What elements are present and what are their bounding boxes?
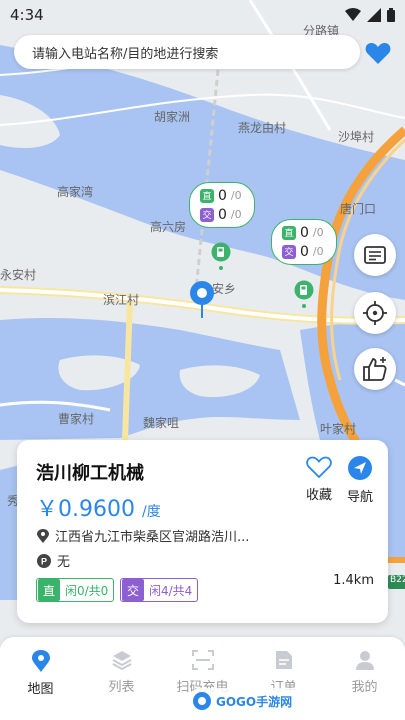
map-label: 叶家村	[320, 422, 357, 436]
charging-station-pin-icon[interactable]	[211, 242, 231, 270]
station-distance: 1.4km	[333, 573, 374, 588]
favorite-label: 收藏	[305, 488, 332, 503]
person-icon	[355, 651, 374, 670]
tab-label: 我的	[351, 680, 378, 695]
tab-profile[interactable]: 我的	[324, 637, 405, 720]
parking-icon: P	[37, 553, 51, 568]
ac-chip-tag: 交	[122, 579, 144, 601]
map-label: 沙埠村	[338, 130, 375, 144]
watermark-text: GOGO手游网	[216, 694, 293, 709]
dc-tag: 直	[282, 225, 296, 240]
station-price: ￥0.9600 /度	[36, 491, 161, 523]
bubble-ac-row: 交 0 /0	[200, 205, 254, 224]
navigate-button[interactable]: 导航	[340, 456, 380, 505]
locate-icon	[363, 301, 387, 325]
address-text: 江西省九江市柴桑区官湖路浩川...	[55, 530, 250, 545]
parking-info: P 无	[37, 551, 70, 570]
dc-chip-text: 闲0/共0	[65, 583, 109, 598]
tab-map[interactable]: 地图	[0, 637, 81, 720]
station-address: 江西省九江市柴桑区官湖路浩川...	[37, 526, 249, 545]
map-label: 曹家村	[58, 412, 95, 426]
map-label: 高家湾	[57, 185, 94, 199]
road-badge: B22	[388, 575, 405, 589]
like-button[interactable]	[354, 348, 396, 390]
tab-label: 地图	[27, 682, 54, 697]
ac-tag: 交	[200, 207, 214, 222]
ac-charger-chip: 交 闲4/共4	[120, 578, 199, 602]
bubble-ac-total: /0	[230, 208, 242, 221]
heart-outline-icon	[306, 456, 332, 478]
bubble-ac-row: 交 0 /0	[282, 242, 336, 261]
location-pin-icon	[37, 528, 49, 543]
watermark-logo-icon	[193, 692, 211, 710]
map-label: 魏家咀	[143, 416, 180, 430]
bubble-dc-free: 0	[300, 224, 309, 241]
map-label: 高六房	[150, 220, 187, 234]
dc-chip-tag: 直	[38, 579, 60, 601]
tab-label: 列表	[108, 680, 135, 695]
map-label: 唐门口	[340, 202, 377, 216]
price-unit: /度	[141, 504, 161, 520]
layers-icon	[112, 651, 131, 670]
bubble-dc-row: 直 0 /0	[282, 223, 336, 242]
search-input[interactable]: 请输入电站名称/目的地进行搜索	[14, 35, 360, 69]
map-label: 滨江村	[103, 293, 140, 307]
dc-charger-chip: 直 闲0/共0	[36, 578, 115, 602]
ac-tag: 交	[282, 244, 296, 259]
status-time: 4:34	[10, 6, 44, 24]
status-bar: 4:34	[0, 0, 405, 30]
station-bubble[interactable]: 直 0 /0 交 0 /0	[271, 219, 337, 265]
bubble-dc-row: 直 0 /0	[200, 186, 254, 205]
favorite-button[interactable]: 收藏	[299, 456, 339, 503]
current-location-pin-icon	[190, 281, 214, 318]
map-label: 燕龙由村	[238, 121, 287, 135]
station-card[interactable]: 浩川柳工机械 ￥0.9600 /度 收藏 导航 江西省九江市柴桑区官湖路浩川..…	[17, 440, 388, 623]
map-pin-icon	[31, 650, 50, 672]
bubble-dc-total: /0	[230, 189, 242, 202]
price-value: ￥0.9600	[36, 497, 135, 522]
heart-icon	[365, 43, 391, 64]
watermark: GOGO手游网	[188, 688, 330, 714]
station-name: 浩川柳工机械	[36, 463, 144, 484]
bubble-ac-free: 0	[218, 206, 227, 223]
charging-station-pin-icon[interactable]	[294, 280, 314, 308]
station-bubble[interactable]: 直 0 /0 交 0 /0	[189, 182, 255, 228]
dc-tag: 直	[200, 188, 214, 203]
map-label: 永安村	[0, 268, 37, 282]
search-placeholder: 请输入电站名称/目的地进行搜索	[32, 46, 219, 62]
signal-icon	[367, 8, 381, 22]
navigate-label: 导航	[346, 490, 373, 505]
map-label: 胡家洲	[154, 110, 191, 124]
message-icon	[364, 246, 386, 264]
document-icon	[275, 651, 292, 669]
ac-chip-text: 闲4/共4	[149, 583, 193, 598]
tab-list[interactable]: 列表	[81, 637, 162, 720]
scan-icon	[191, 650, 214, 670]
parking-text: 无	[57, 555, 71, 570]
bubble-ac-free: 0	[300, 243, 309, 260]
thumbs-up-icon	[363, 357, 387, 381]
svg-text:P: P	[41, 556, 47, 566]
status-icons	[345, 8, 395, 22]
locate-button[interactable]	[354, 292, 396, 334]
message-button[interactable]	[354, 234, 396, 276]
wifi-icon	[345, 8, 361, 21]
favorites-button[interactable]	[363, 38, 393, 68]
map-label: 安乡	[212, 282, 237, 296]
bubble-dc-free: 0	[218, 187, 227, 204]
bubble-dc-total: /0	[312, 226, 324, 239]
battery-icon	[387, 8, 395, 22]
navigation-arrow-icon	[348, 456, 372, 480]
bubble-ac-total: /0	[312, 245, 324, 258]
